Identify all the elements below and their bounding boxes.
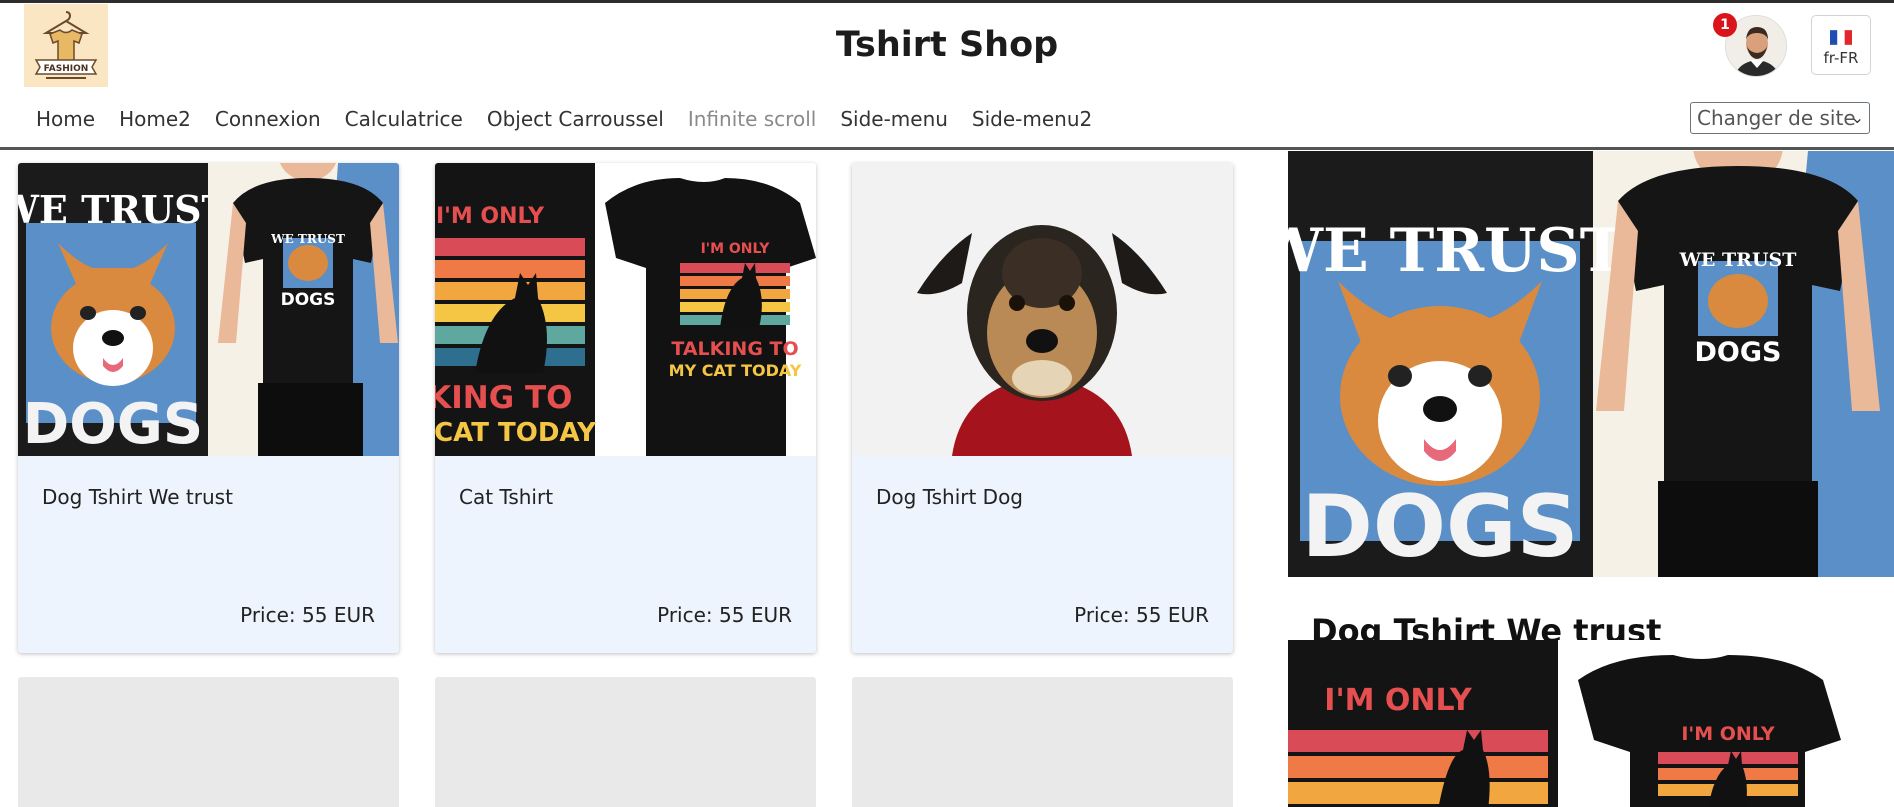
svg-text:DOGS: DOGS	[23, 392, 203, 456]
nav-side-menu2[interactable]: Side-menu2	[960, 104, 1104, 134]
svg-text:CAT TODAY: CAT TODAY	[435, 418, 597, 448]
svg-text:FASHION: FASHION	[44, 64, 89, 74]
header: FASHION Tshirt Shop 1 fr-FR	[0, 3, 1894, 96]
loading-card	[435, 677, 816, 807]
detail-product-image-2: I'M ONLY I'M ONLY	[1288, 640, 1894, 807]
svg-text:LKING TO: LKING TO	[435, 380, 573, 416]
chevron-down-icon: ⌄	[1850, 108, 1864, 127]
svg-text:MY CAT TODAY: MY CAT TODAY	[669, 361, 802, 380]
site-select[interactable]: Changer de site ⌄	[1690, 102, 1870, 134]
svg-text:I'M ONLY: I'M ONLY	[701, 241, 771, 257]
product-card[interactable]: Dog Tshirt Dog Price: 55 EUR	[852, 163, 1233, 653]
nav-home[interactable]: Home	[24, 104, 107, 134]
product-card[interactable]: I'M ONLY LKING TO CAT TODAY I'M ONLY TAL…	[435, 163, 816, 653]
nav-infinite-scroll[interactable]: Infinite scroll	[676, 104, 828, 134]
svg-text:WE TRUST: WE TRUST	[18, 187, 230, 232]
product-image	[852, 163, 1233, 456]
svg-text:WE TRUST: WE TRUST	[1679, 249, 1797, 271]
product-price: Price: 55 EUR	[240, 603, 375, 627]
product-card[interactable]: WE TRUST DOGS WE TRUST DOGS Dog Tshirt W…	[18, 163, 399, 653]
svg-text:I'M ONLY: I'M ONLY	[1681, 723, 1775, 745]
svg-text:DOGS: DOGS	[1301, 477, 1578, 577]
product-name: Dog Tshirt We trust	[42, 485, 233, 509]
header-divider	[0, 147, 1894, 150]
product-price: Price: 55 EUR	[657, 603, 792, 627]
product-name: Dog Tshirt Dog	[876, 485, 1024, 509]
svg-text:WE TRUST: WE TRUST	[270, 232, 345, 246]
nav-home2[interactable]: Home2	[107, 104, 203, 134]
svg-text:I'M ONLY: I'M ONLY	[436, 204, 545, 229]
language-button[interactable]: fr-FR	[1811, 15, 1871, 75]
user-avatar[interactable]: 1	[1713, 13, 1787, 77]
nav-calculatrice[interactable]: Calculatrice	[333, 104, 475, 134]
product-name: Cat Tshirt	[459, 485, 554, 509]
logo[interactable]: FASHION	[24, 4, 108, 87]
french-flag-icon	[1830, 30, 1852, 45]
nav-connexion[interactable]: Connexion	[203, 104, 333, 134]
product-price: Price: 55 EUR	[1074, 603, 1209, 627]
svg-text:DOGS: DOGS	[281, 290, 336, 310]
svg-text:DOGS: DOGS	[1695, 337, 1782, 368]
product-image: WE TRUST DOGS WE TRUST DOGS	[18, 163, 399, 456]
main-nav: Home Home2 Connexion Calculatrice Object…	[24, 104, 1104, 134]
nav-side-menu[interactable]: Side-menu	[828, 104, 960, 134]
svg-text:I'M ONLY: I'M ONLY	[1324, 683, 1473, 718]
site-select-label: Changer de site	[1697, 106, 1856, 130]
detail-product-image: WE TRUST DOGS WE TRUST DOGS	[1288, 151, 1894, 577]
svg-text:WE TRUST: WE TRUST	[1288, 216, 1625, 286]
loading-card	[852, 677, 1233, 807]
svg-text:TALKING TO: TALKING TO	[671, 338, 798, 360]
product-image: I'M ONLY LKING TO CAT TODAY I'M ONLY TAL…	[435, 163, 816, 456]
fashion-logo-icon: FASHION	[24, 4, 108, 87]
nav-object-carroussel[interactable]: Object Carroussel	[475, 104, 676, 134]
site-title: Tshirt Shop	[835, 25, 1059, 65]
notification-badge: 1	[1713, 13, 1737, 37]
loading-card	[18, 677, 399, 807]
language-label: fr-FR	[1823, 49, 1859, 67]
